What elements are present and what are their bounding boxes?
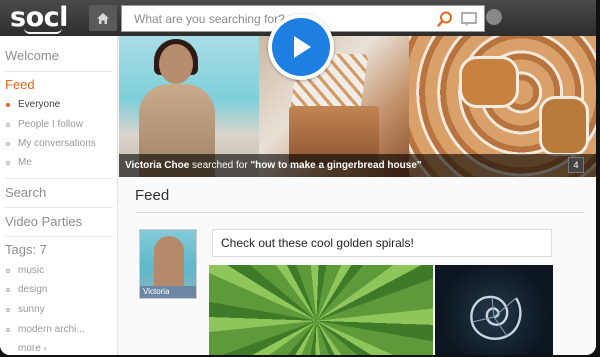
bullet-icon xyxy=(6,141,10,146)
avatar-name: Victoria xyxy=(140,286,196,298)
divider xyxy=(5,178,113,179)
sidebar-item-me[interactable]: Me xyxy=(6,157,32,168)
screen: socl Welcome xyxy=(0,0,600,357)
tag-item[interactable]: modern archi... xyxy=(6,324,85,335)
avatar[interactable]: Victoria xyxy=(139,229,197,299)
photo-detail xyxy=(539,96,589,156)
divider xyxy=(5,71,113,72)
tag-label: design xyxy=(18,284,48,295)
bullet-icon xyxy=(6,160,10,165)
hero-caption: Victoria Choe searched for "how to make … xyxy=(119,154,596,177)
bullet-icon xyxy=(6,102,10,107)
sidebar-tags-header[interactable]: Tags: 7 xyxy=(5,242,47,257)
sidebar-search[interactable]: Search xyxy=(5,185,46,200)
sidebar-item-everyone[interactable]: Everyone xyxy=(6,99,60,110)
socl-app: socl Welcome xyxy=(0,0,596,355)
logo-smile-mark xyxy=(24,28,62,34)
bullet-icon xyxy=(6,287,10,292)
photo-detail xyxy=(154,236,184,292)
play-icon-circle xyxy=(272,18,330,76)
nautilus-spiral-graphic xyxy=(470,295,522,340)
sidebar-item-people-i-follow[interactable]: People I follow xyxy=(6,119,83,130)
feed-title: Feed xyxy=(135,187,170,204)
post-image-succulent[interactable] xyxy=(209,265,433,355)
photo-detail xyxy=(459,56,519,108)
tag-item[interactable]: sunny xyxy=(6,304,45,315)
globe-icon[interactable] xyxy=(486,9,502,25)
post-text: Check out these cool golden spirals! xyxy=(212,229,552,257)
sidebar-video-parties[interactable]: Video Parties xyxy=(5,214,82,229)
more-tags-link[interactable]: more › xyxy=(18,343,47,354)
tag-label: music xyxy=(18,265,45,276)
hero-count-badge[interactable]: 4 xyxy=(568,157,584,173)
photo-detail xyxy=(159,44,193,84)
search-icon[interactable] xyxy=(436,10,454,28)
sidebar-feed[interactable]: Feed xyxy=(5,77,35,92)
sidebar-item-label: People I follow xyxy=(18,119,84,130)
bullet-icon xyxy=(6,307,10,312)
caption-user[interactable]: Victoria Choe xyxy=(125,160,189,171)
main-content: Victoria Choe searched for "how to make … xyxy=(119,36,596,355)
sidebar-welcome[interactable]: Welcome xyxy=(5,48,59,63)
divider xyxy=(5,236,113,237)
divider xyxy=(135,212,585,213)
play-icon xyxy=(294,36,311,58)
bullet-icon xyxy=(6,327,10,332)
caption-query[interactable]: "how to make a gingerbread house" xyxy=(250,160,421,171)
hero-carousel[interactable]: Victoria Choe searched for "how to make … xyxy=(119,36,596,177)
bullet-icon xyxy=(6,268,10,273)
chat-icon[interactable] xyxy=(460,10,478,28)
sidebar-item-label: My conversations xyxy=(18,138,96,149)
tag-item[interactable]: design xyxy=(6,284,47,295)
sidebar-item-label: Everyone xyxy=(18,99,61,110)
bullet-icon xyxy=(6,122,10,127)
divider xyxy=(5,207,113,208)
play-video-button[interactable] xyxy=(268,14,334,80)
tag-item[interactable]: music xyxy=(6,265,44,276)
caption-middle: searched for xyxy=(189,160,251,171)
sidebar-item-label: Me xyxy=(18,157,32,168)
sidebar: Welcome Feed Everyone People I follow My… xyxy=(0,36,118,355)
tag-label: sunny xyxy=(18,304,45,315)
search-input[interactable] xyxy=(122,6,422,31)
home-button[interactable] xyxy=(89,5,117,31)
home-icon xyxy=(97,12,109,24)
tag-label: modern archi... xyxy=(18,324,85,335)
sidebar-item-my-conversations[interactable]: My conversations xyxy=(6,138,96,149)
